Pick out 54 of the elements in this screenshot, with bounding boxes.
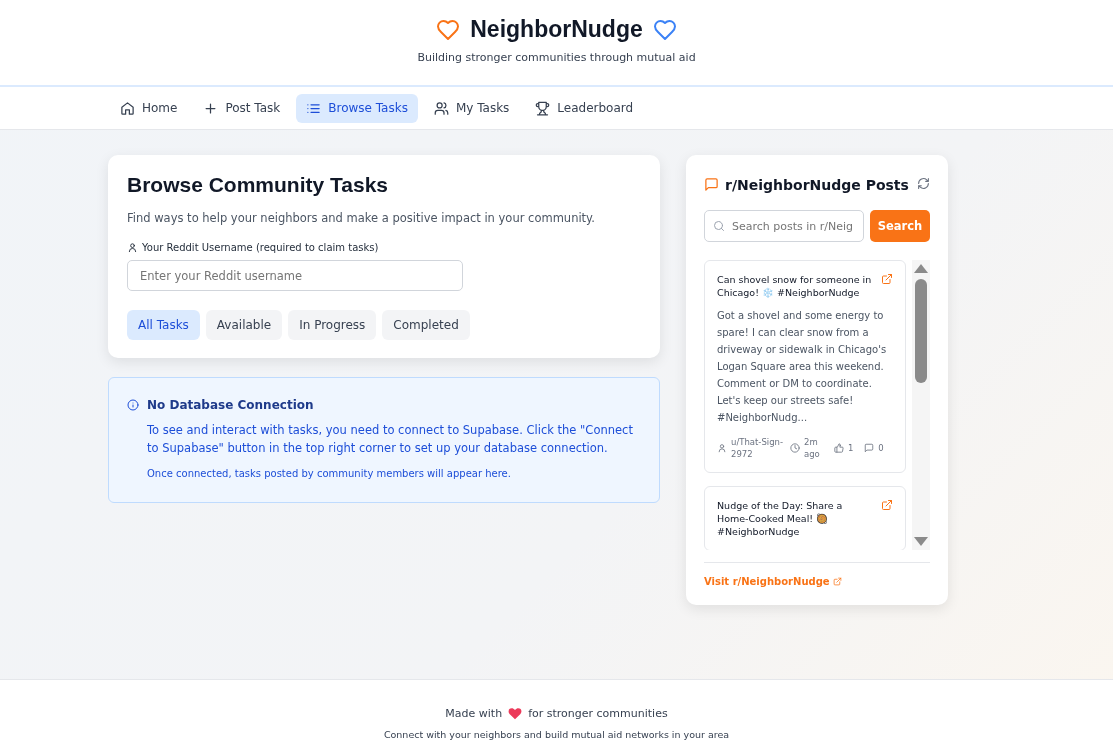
panel-title: r/NeighborNudge Posts xyxy=(725,176,910,193)
notice-message: To see and interact with tasks, you need to connect to Supabase. Click the "Connect to Supabase" button in the top right corner to set up your database connection. xyxy=(147,422,634,457)
post-author: u/That-Sign-2972 xyxy=(731,436,785,460)
nav-tab[interactable]: Browse Tasks xyxy=(296,93,418,123)
app-subtitle: Building stronger communities through mutual aid xyxy=(417,51,696,64)
users-icon xyxy=(433,100,449,116)
post-title: Nudge of the Day: Share a Home-Cooked Meal! 🥘 #NeighborNudge xyxy=(717,499,844,538)
post-body: Got a shovel and some energy to spare! I can clear snow from a driveway or sidewalk in Chicago's Logan Square area this weekend. Comment or DM to coordinate. Let's keep our streets safe! #NeighborNudg... xyxy=(717,309,888,425)
username-field[interactable]: Enter your Reddit username xyxy=(127,260,463,291)
external-link-icon xyxy=(881,499,894,511)
post-card[interactable] xyxy=(704,260,907,473)
filter-tab[interactable]: Available xyxy=(205,310,283,340)
page-description: Find ways to help your neighbors and make a positive impact in your community. xyxy=(127,211,596,225)
comment-count: 0 xyxy=(878,442,884,454)
external-link-icon xyxy=(881,273,894,285)
notice-note: Once connected, tasks posted by community members will appear here. xyxy=(147,467,512,481)
footer-text: Made with xyxy=(445,707,503,720)
user-icon xyxy=(717,443,727,453)
app-title: NeighborNudge xyxy=(470,16,643,43)
scroll-down-arrow-icon[interactable] xyxy=(914,537,929,546)
info-icon xyxy=(127,399,139,411)
upvote-count: 1 xyxy=(848,442,854,454)
heart-icon xyxy=(436,17,461,42)
external-link-icon xyxy=(832,577,842,586)
footer-note: Connect with your neighbors and build mutual aid networks in your area xyxy=(383,729,730,740)
refresh-icon xyxy=(917,177,930,190)
scrollbar-thumb[interactable] xyxy=(915,279,928,383)
filter-tab[interactable]: In Progress xyxy=(288,310,377,340)
footer-text: for stronger communities xyxy=(528,707,668,720)
nav-tab[interactable]: Leaderboard xyxy=(525,93,644,123)
plus-icon xyxy=(203,100,219,116)
filter-tab[interactable]: All Tasks xyxy=(127,310,200,340)
notice-title: No Database Connection xyxy=(147,398,314,412)
trophy-icon xyxy=(535,100,551,116)
comment-icon xyxy=(864,443,875,453)
search-field[interactable]: Search posts in r/Neig xyxy=(704,210,864,242)
home-icon xyxy=(120,100,135,116)
user-icon xyxy=(127,242,138,253)
search-icon xyxy=(713,220,725,232)
heart-icon xyxy=(508,707,523,720)
nav-tab[interactable]: Post Task xyxy=(193,93,291,123)
thumbs-up-icon xyxy=(834,443,844,453)
post-age: 2m ago xyxy=(804,436,821,460)
scrollbar[interactable] xyxy=(912,260,930,550)
clock-icon xyxy=(790,443,800,453)
filter-tab[interactable]: Completed xyxy=(382,310,470,340)
message-icon xyxy=(704,177,719,192)
field-label: Your Reddit Username (required to claim tasks) xyxy=(142,242,379,253)
scroll-up-arrow-icon[interactable] xyxy=(914,264,929,273)
heart-icon xyxy=(652,17,677,42)
nav-tab[interactable]: Home xyxy=(110,93,188,123)
page-title: Browse Community Tasks xyxy=(127,173,389,197)
nav-tab[interactable]: My Tasks xyxy=(423,93,520,123)
post-title: Can shovel snow for someone in Chicago! ❄ #NeighborNudge xyxy=(717,273,873,299)
